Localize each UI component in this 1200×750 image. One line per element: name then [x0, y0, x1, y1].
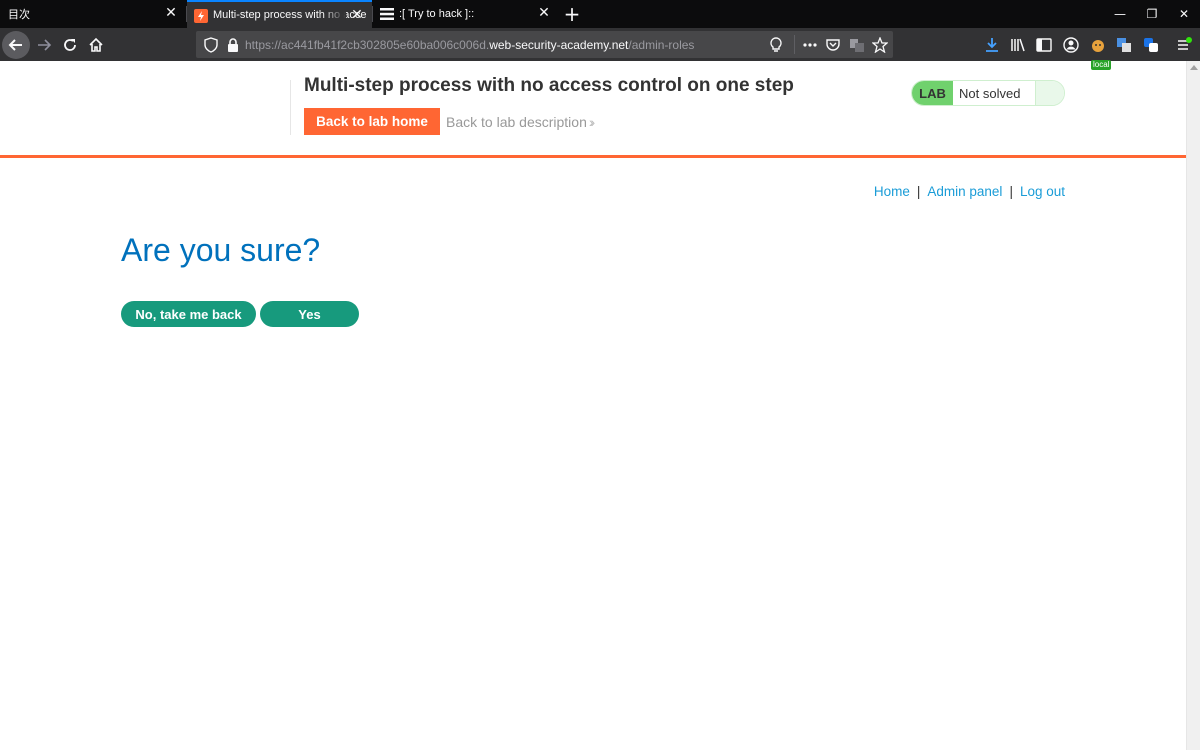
pocket-icon[interactable] — [825, 37, 841, 53]
list-favicon-icon — [380, 8, 394, 20]
admin-panel-link[interactable]: Admin panel — [927, 184, 1002, 199]
lab-status-widget: LAB Not solved — [911, 80, 1065, 106]
url-host: web-security-academy.net — [489, 38, 629, 52]
lab-status-text: Not solved — [953, 81, 1035, 105]
translate-extension-icon[interactable] — [1143, 37, 1159, 53]
url-path: /admin-roles — [628, 38, 695, 52]
close-window-icon[interactable]: ✕ — [1168, 0, 1200, 28]
nav-separator: | — [916, 184, 921, 199]
close-tab-icon[interactable]: ✕ — [164, 6, 178, 20]
reload-button[interactable] — [56, 31, 84, 59]
back-to-lab-home-button[interactable]: Back to lab home — [304, 108, 440, 135]
url-prefix: https://ac441fb41f2cb302805e60ba006c006d… — [245, 38, 490, 52]
tab-lab-active[interactable]: Multi-step process with no acce ✕ — [187, 0, 372, 28]
close-tab-icon[interactable]: ✕ — [350, 8, 364, 22]
restore-icon[interactable]: ❐ — [1136, 0, 1168, 28]
reload-icon — [64, 39, 76, 51]
menu-icon[interactable] — [1176, 37, 1192, 53]
tab-title: :[ Try to hack ]:: — [399, 8, 475, 20]
library-icon[interactable] — [1010, 37, 1026, 53]
url-text[interactable]: https://ac441fb41f2cb302805e60ba006c006d… — [245, 38, 694, 52]
scroll-up-icon[interactable] — [1190, 65, 1198, 70]
double-chevron-right-icon: ›› — [588, 114, 596, 130]
page-title: Are you sure? — [121, 232, 321, 268]
portswigger-favicon-icon — [194, 9, 208, 23]
bookmark-star-icon[interactable] — [872, 37, 888, 53]
home-link[interactable]: Home — [874, 184, 910, 199]
lab-badge: LAB — [912, 81, 953, 105]
arrow-left-icon — [8, 39, 22, 51]
back-to-lab-description-label: Back to lab description — [446, 114, 587, 130]
vertical-scrollbar[interactable] — [1186, 61, 1200, 750]
tab-try-to-hack[interactable]: :[ Try to hack ]:: ✕ — [373, 0, 559, 28]
translate-icon[interactable] — [849, 37, 865, 53]
more-actions-icon[interactable] — [802, 37, 818, 53]
yes-button[interactable]: Yes — [260, 301, 359, 327]
lock-icon[interactable] — [225, 37, 241, 53]
tab-bar: 目次 ✕ Multi-step process with no acce ✕ :… — [0, 0, 1200, 28]
account-icon[interactable] — [1063, 37, 1079, 53]
url-bar[interactable]: https://ac441fb41f2cb302805e60ba006c006d… — [196, 31, 893, 58]
forward-button[interactable] — [30, 31, 58, 59]
back-to-lab-description-link[interactable]: Back to lab description ›› — [446, 114, 596, 130]
home-icon — [89, 37, 103, 52]
nav-separator: | — [1009, 184, 1013, 199]
lab-status-icon — [1035, 81, 1064, 105]
extension-fox-icon[interactable] — [1090, 37, 1106, 53]
top-nav-links: Home | Admin panel | Log out — [874, 184, 1065, 199]
translator-extension-icon[interactable] — [1116, 37, 1132, 53]
navigation-toolbar: https://ac441fb41f2cb302805e60ba006c006d… — [0, 28, 1200, 70]
tab-title: 目次 — [8, 9, 30, 21]
shield-icon[interactable] — [203, 37, 219, 53]
academy-lab-header: Multi-step process with no access contro… — [0, 61, 1186, 158]
home-button[interactable] — [82, 31, 110, 59]
new-tab-icon[interactable]: + — [563, 4, 581, 24]
lightbulb-icon[interactable] — [768, 37, 784, 53]
header-divider — [290, 80, 291, 135]
download-icon[interactable] — [984, 37, 1000, 53]
tab-contents[interactable]: 目次 ✕ — [0, 0, 186, 28]
log-out-link[interactable]: Log out — [1020, 184, 1065, 199]
close-tab-icon[interactable]: ✕ — [537, 6, 551, 20]
arrow-right-icon — [38, 39, 52, 51]
minimize-icon[interactable]: — — [1104, 0, 1136, 28]
sidebar-icon[interactable] — [1036, 37, 1052, 53]
no-take-me-back-button[interactable]: No, take me back — [121, 301, 256, 327]
back-button[interactable] — [2, 31, 30, 59]
lab-title: Multi-step process with no access contro… — [304, 75, 794, 96]
